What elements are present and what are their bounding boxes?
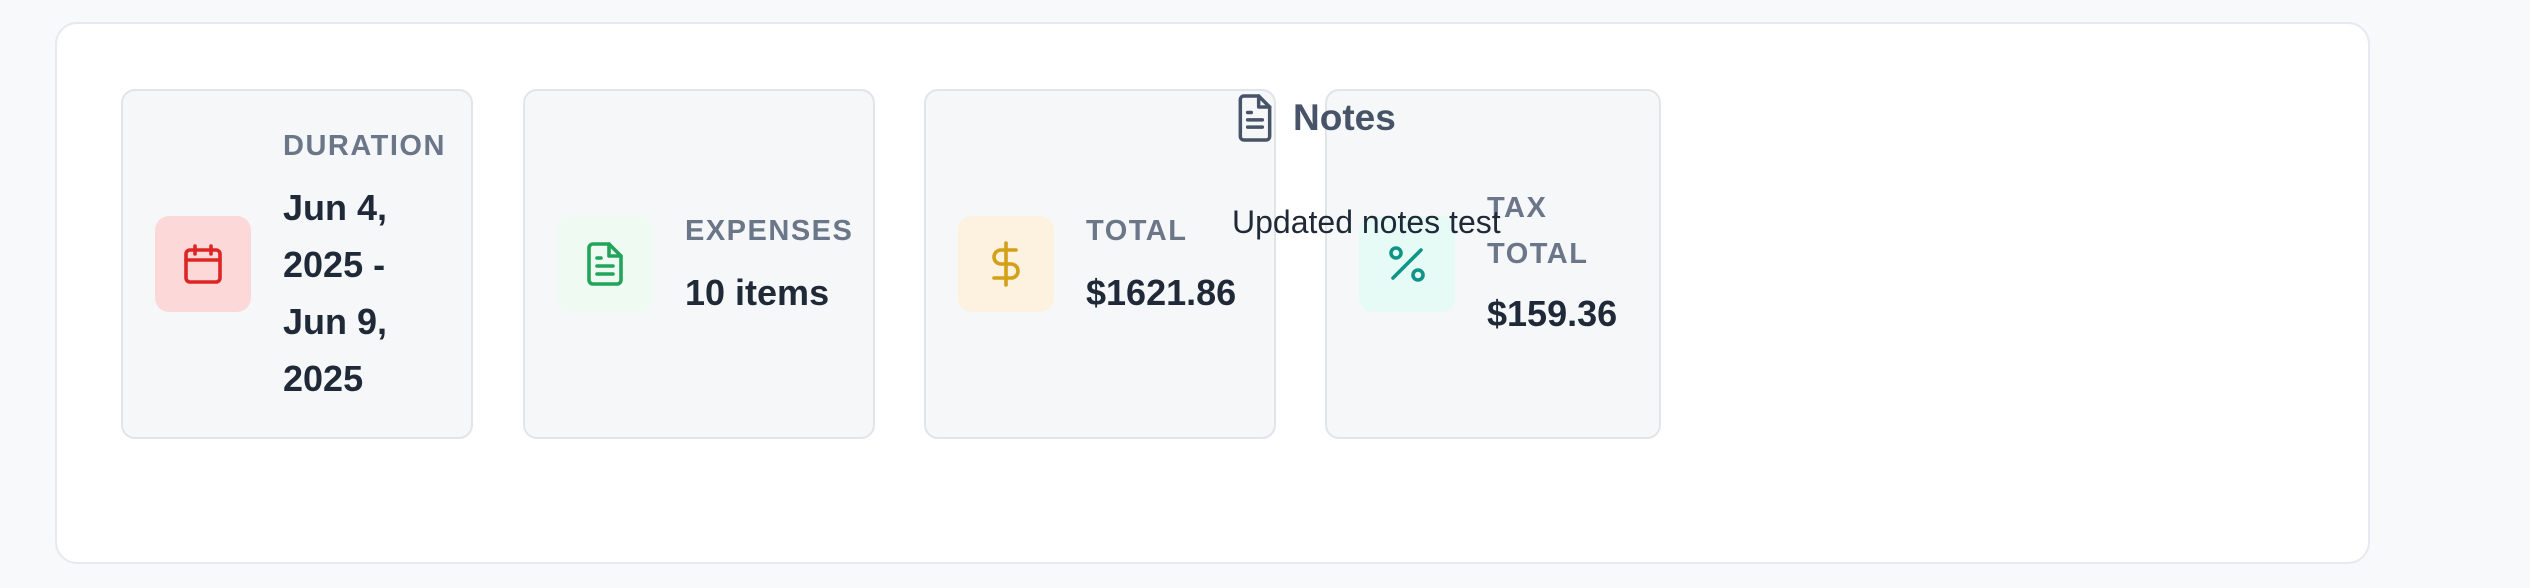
duration-label: DURATION bbox=[283, 130, 446, 162]
calendar-icon bbox=[184, 244, 222, 284]
expenses-value: 10 items bbox=[685, 272, 830, 313]
percent-icon bbox=[1389, 246, 1425, 282]
calendar-icon-box bbox=[155, 216, 251, 312]
tax-total-label-line: TOTAL bbox=[1487, 238, 1589, 270]
expenses-card: EXPENSES 10 items bbox=[523, 89, 875, 439]
duration-card: DURATION Jun 4, 2025 - Jun 9, 2025 bbox=[121, 89, 473, 439]
dollar-icon bbox=[992, 241, 1020, 287]
expenses-label: EXPENSES bbox=[685, 215, 854, 247]
duration-value-line: 2025 - bbox=[283, 244, 386, 285]
duration-value-line: 2025 bbox=[283, 358, 364, 399]
document-icon-box bbox=[557, 216, 653, 312]
document-icon bbox=[587, 242, 623, 286]
notes-header: Notes bbox=[1233, 92, 1396, 144]
dollar-icon-box bbox=[958, 216, 1054, 312]
duration-value-line: Jun 9, bbox=[283, 301, 388, 342]
tax-total-value: $159.36 bbox=[1487, 293, 1618, 334]
total-value: $1621.86 bbox=[1086, 272, 1237, 313]
notes-title: Notes bbox=[1293, 97, 1396, 138]
total-card: TOTAL $1621.86 bbox=[924, 89, 1276, 439]
trip-summary-panel: DURATION Jun 4, 2025 - Jun 9, 2025 EXPEN… bbox=[55, 22, 2370, 564]
duration-value-line: Jun 4, bbox=[283, 187, 388, 228]
tax-total-label-line: TAX bbox=[1487, 192, 1548, 224]
duration-value: Jun 4, 2025 - Jun 9, 2025 bbox=[283, 179, 387, 407]
tax-total-label: TAX TOTAL bbox=[1487, 185, 1588, 277]
document-icon bbox=[1238, 94, 1272, 142]
notes-text: Updated notes test bbox=[1232, 204, 1501, 240]
total-label: TOTAL bbox=[1086, 215, 1188, 247]
